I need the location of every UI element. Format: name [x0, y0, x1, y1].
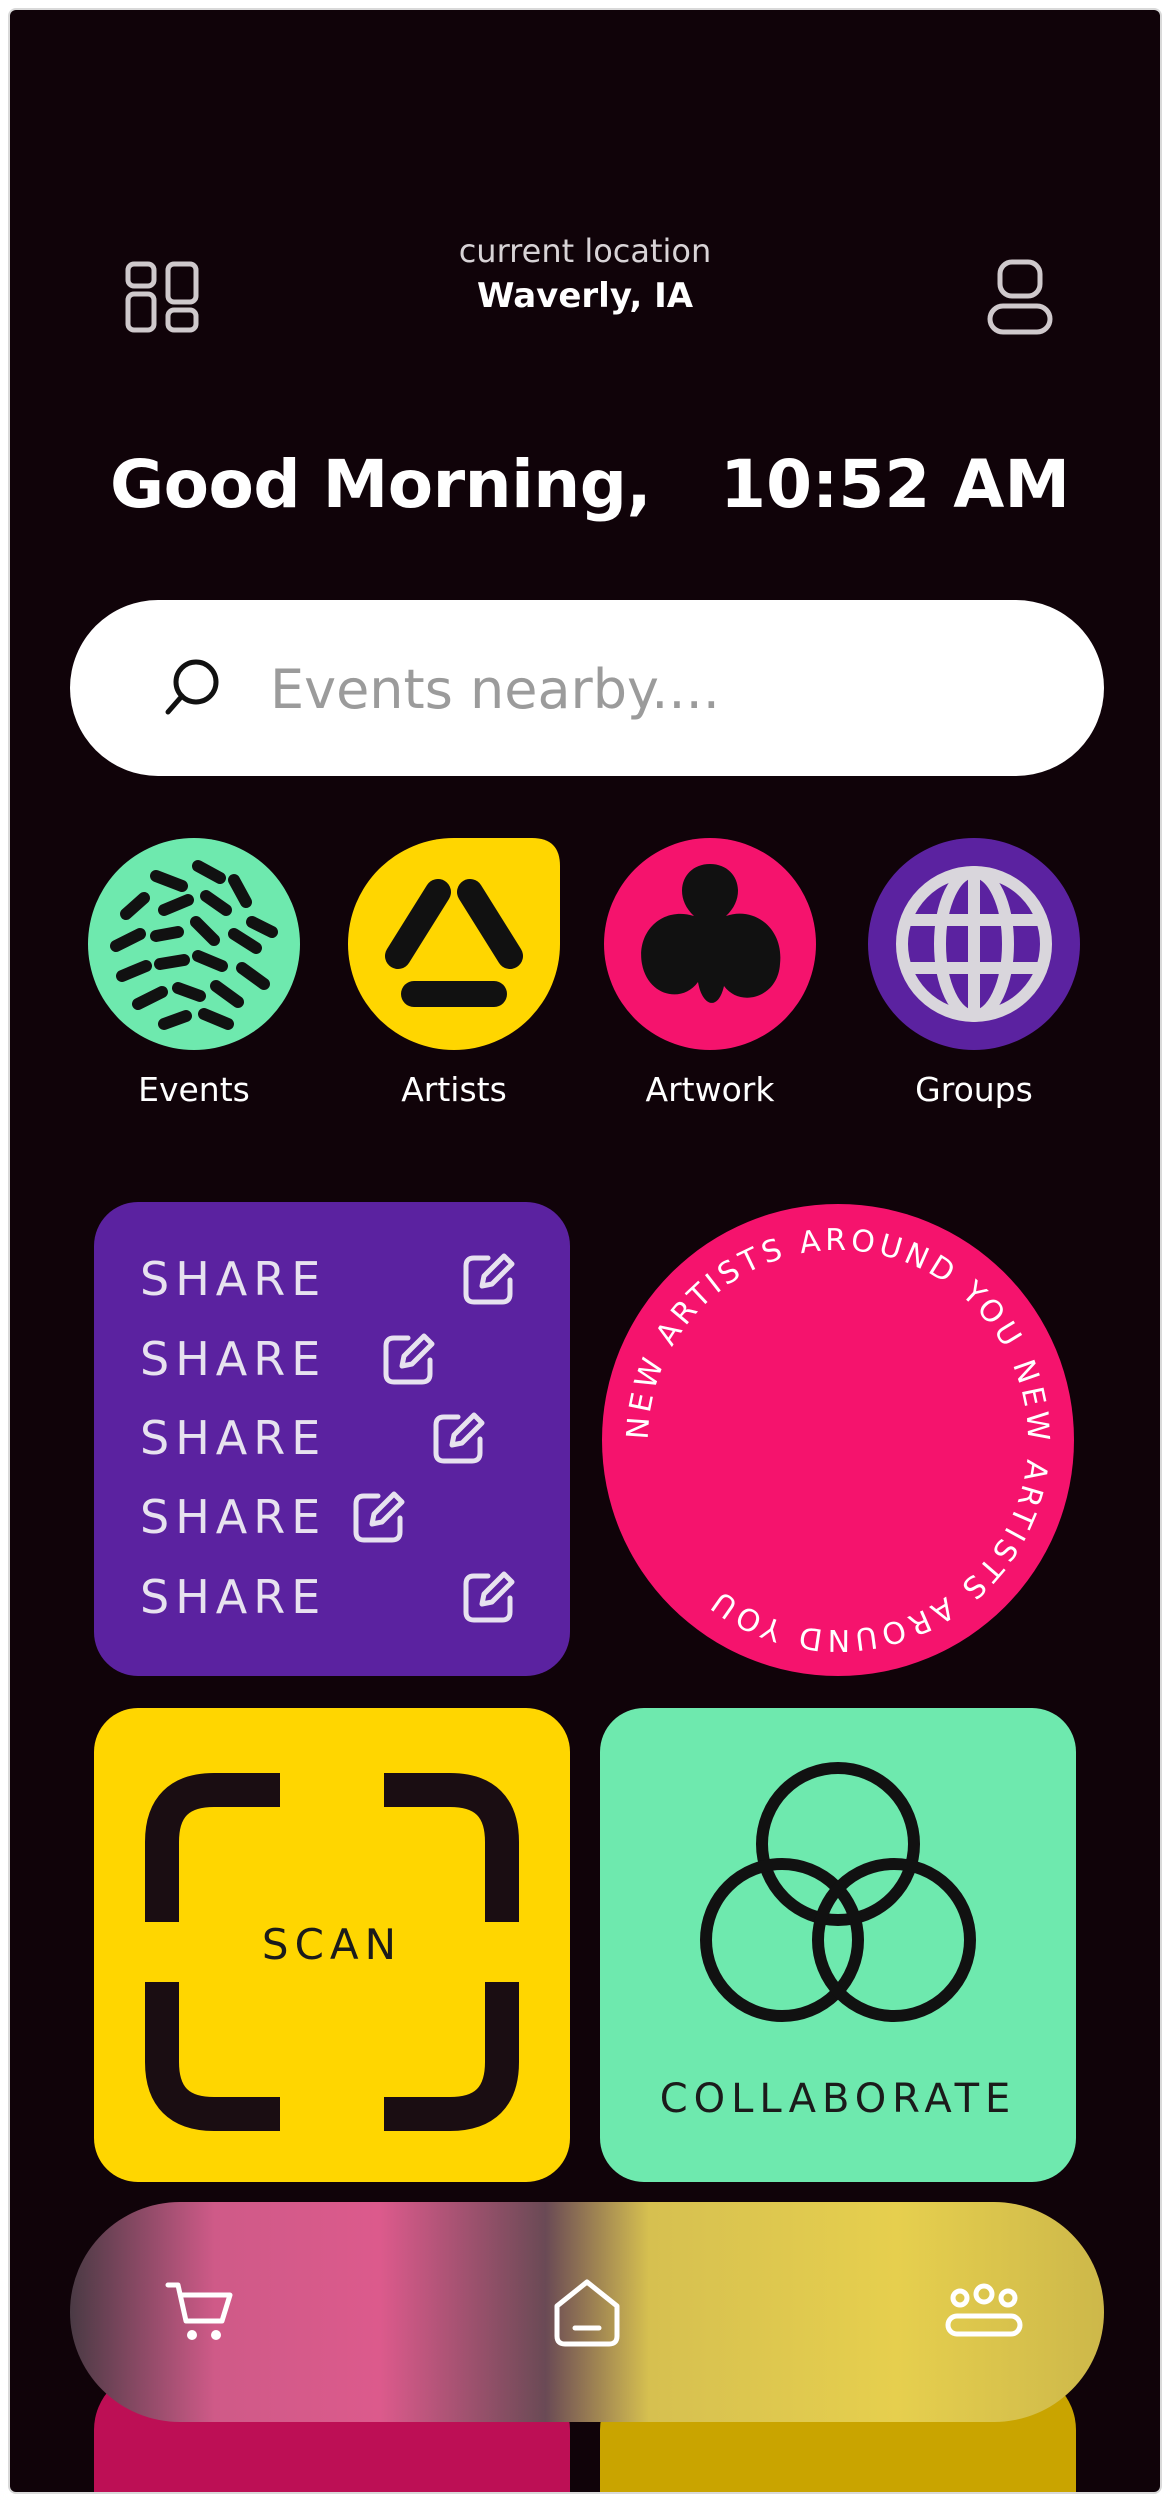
- globe-icon: [868, 838, 1080, 1050]
- category-label-events: Events: [138, 1070, 250, 1109]
- scan-tile[interactable]: SCAN: [94, 1708, 570, 2182]
- greeting-text: Good Morning,: [110, 446, 652, 523]
- search-icon: [165, 659, 219, 715]
- cart-icon: [165, 2282, 233, 2340]
- current-time: 10:52 AM: [720, 446, 1070, 523]
- group-icon: [945, 2283, 1023, 2337]
- edit-icon: [463, 1253, 515, 1305]
- share-label: SHARE: [140, 1490, 327, 1544]
- rings-icon: [700, 1762, 976, 2022]
- share-label: SHARE: [140, 1252, 327, 1306]
- nav-cart[interactable]: [150, 2262, 250, 2362]
- collaborate-label: COLLABORATE: [659, 2076, 1017, 2122]
- collaborate-tile[interactable]: COLLABORATE: [600, 1708, 1076, 2182]
- share-label: SHARE: [140, 1332, 327, 1386]
- nav-home[interactable]: [537, 2262, 637, 2362]
- search-input[interactable]: [268, 648, 1052, 730]
- artwork-icon: [604, 838, 816, 1050]
- category-groups[interactable]: Groups: [864, 836, 1084, 1109]
- edit-icon: [353, 1491, 405, 1543]
- home-icon: [554, 2279, 620, 2347]
- user-icon[interactable]: [986, 258, 1056, 338]
- events-icon: [88, 838, 300, 1050]
- edit-icon: [383, 1333, 435, 1385]
- share-label: SHARE: [140, 1411, 327, 1465]
- category-label-artists: Artists: [401, 1070, 507, 1109]
- category-label-artwork: Artwork: [645, 1070, 775, 1109]
- search-bar[interactable]: [70, 600, 1104, 776]
- category-events[interactable]: Events: [84, 836, 304, 1109]
- category-artwork[interactable]: Artwork: [600, 836, 820, 1109]
- edit-icon: [463, 1571, 515, 1623]
- bottom-nav: [70, 2202, 1104, 2422]
- scan-label: SCAN: [261, 1920, 403, 1969]
- share-tile[interactable]: SHARE SHARE SHARE SHARE SHARE: [94, 1202, 570, 1676]
- share-label: SHARE: [140, 1570, 327, 1624]
- artists-icon: [348, 838, 560, 1050]
- category-label-groups: Groups: [915, 1070, 1033, 1109]
- new-artists-tile[interactable]: NEW ARTISTS AROUND YOU NEW ARTISTS AROUN…: [600, 1202, 1076, 1678]
- nav-community[interactable]: [934, 2262, 1034, 2362]
- edit-icon: [433, 1412, 485, 1464]
- category-artists[interactable]: Artists: [344, 836, 564, 1109]
- app-screen: current location Waverly, IA Good Mornin…: [10, 10, 1160, 2492]
